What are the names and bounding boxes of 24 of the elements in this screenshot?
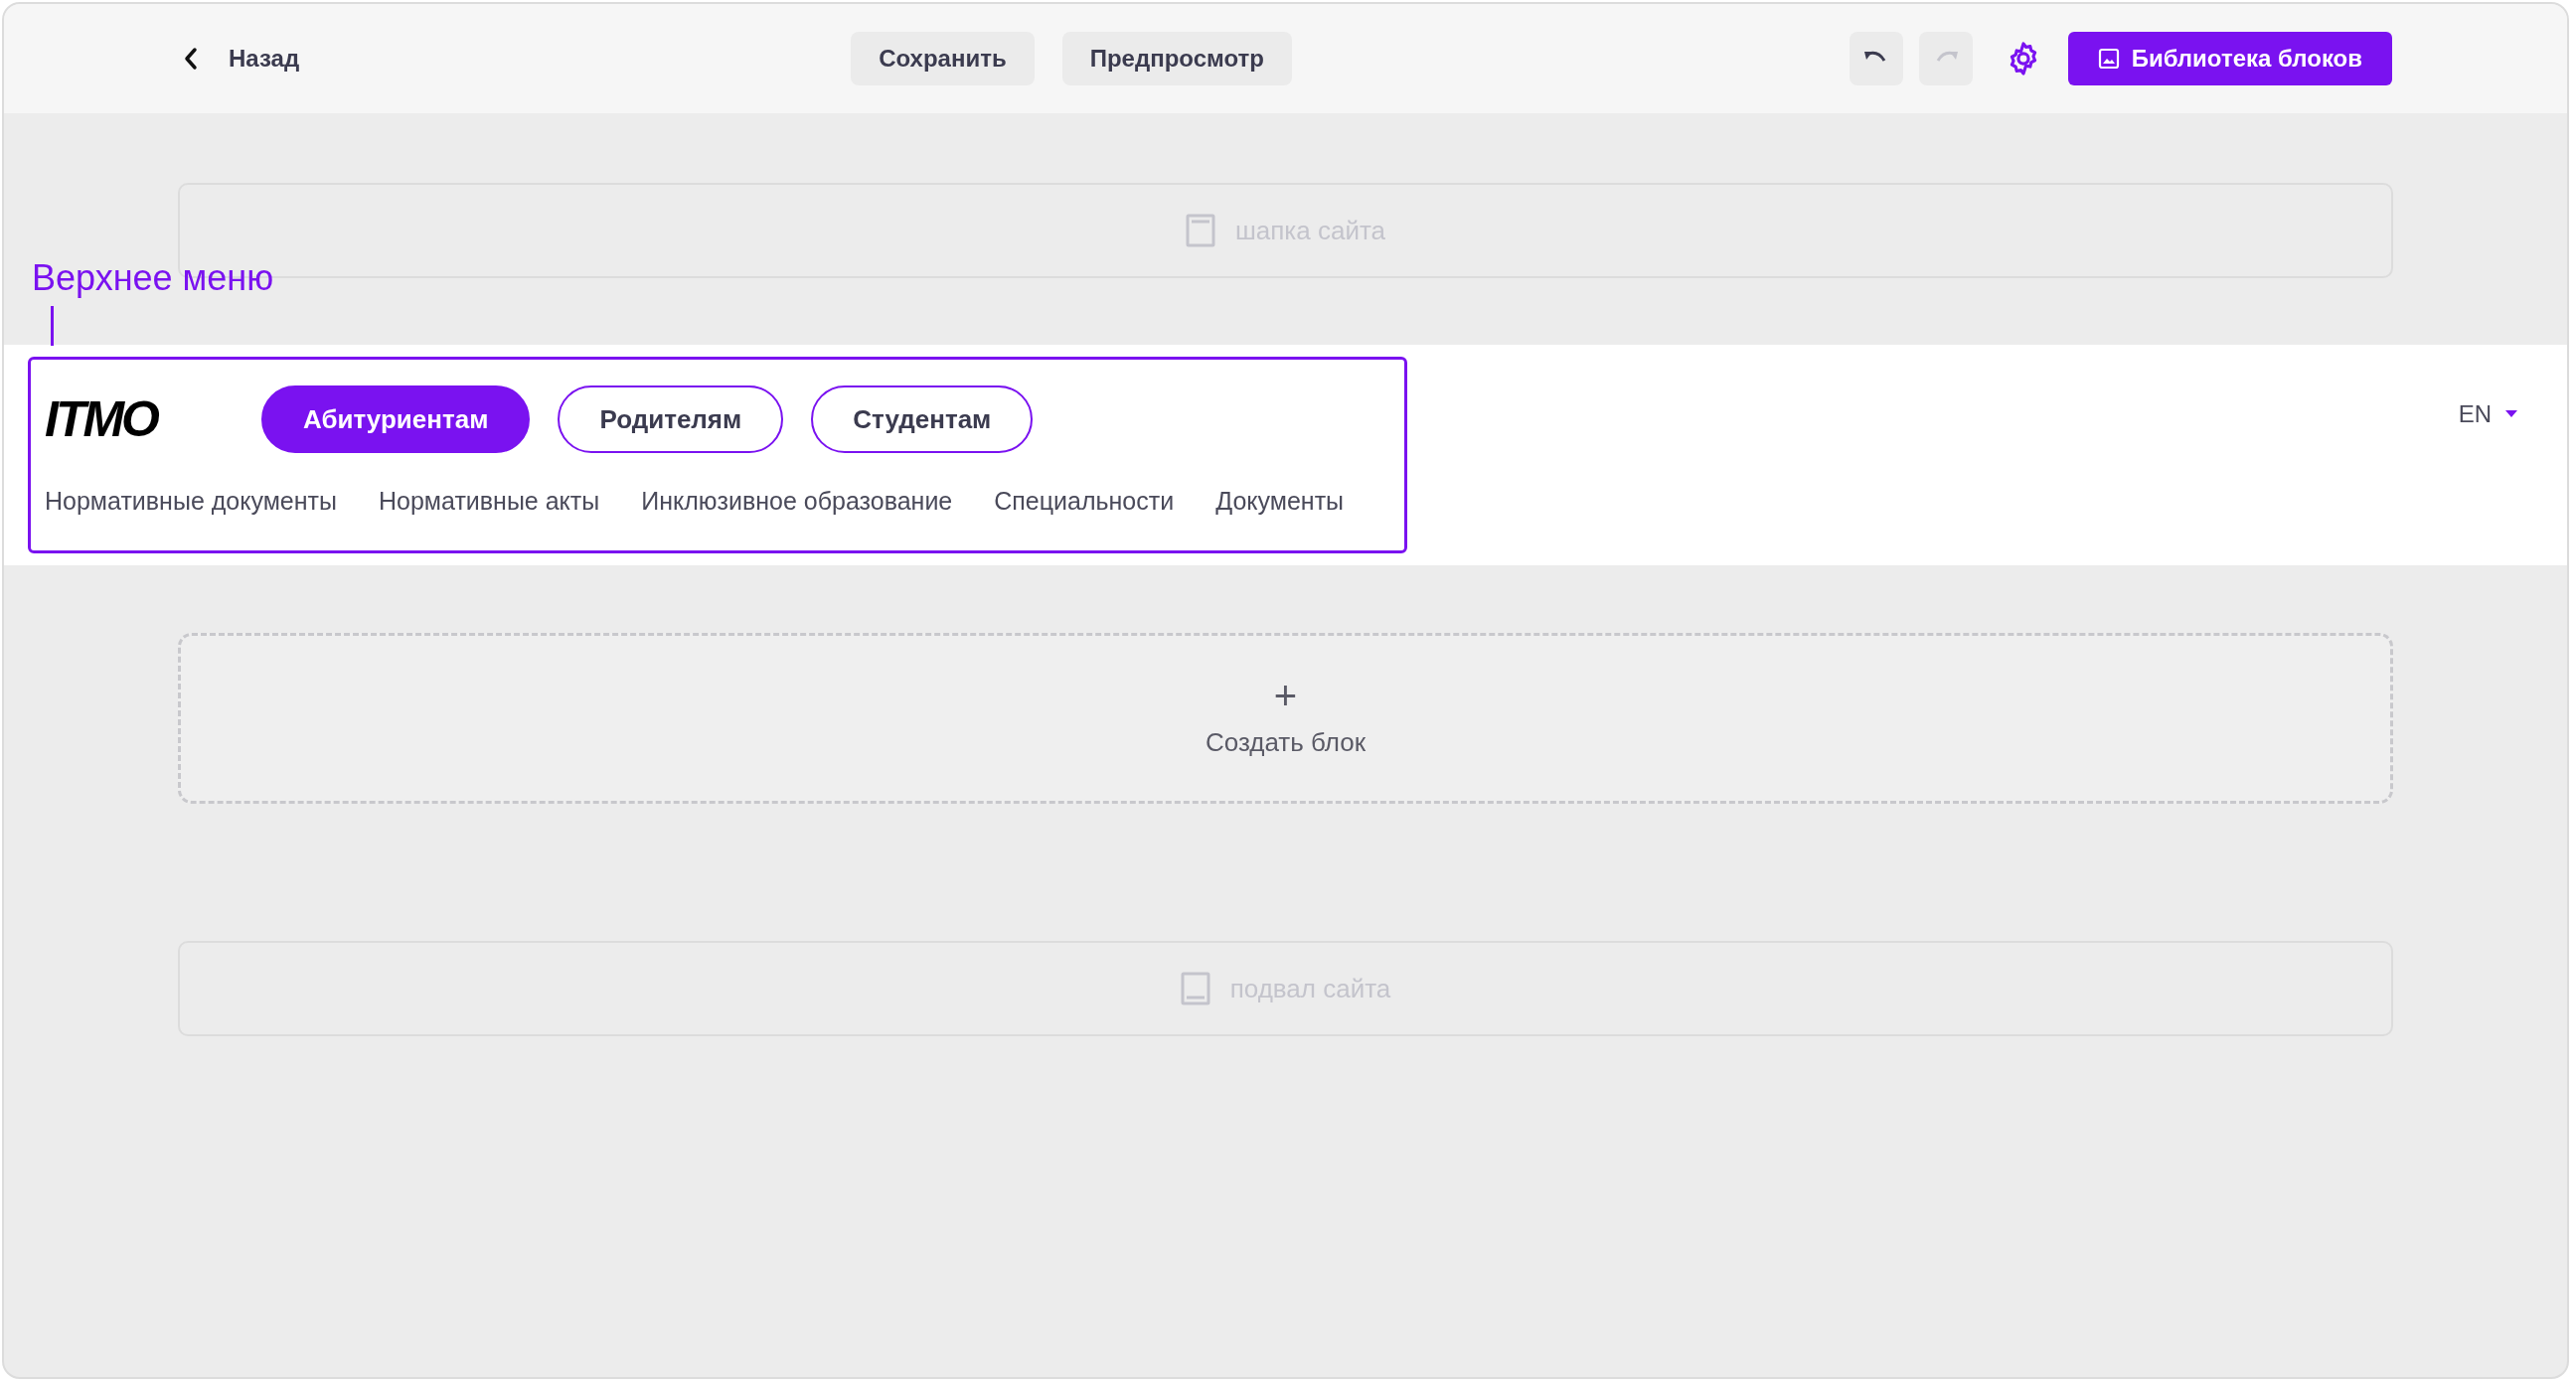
menu-link[interactable]: Нормативные акты: [379, 483, 600, 521]
create-block-button[interactable]: + Создать блок: [178, 633, 2393, 804]
menu-tab[interactable]: Абитуриентам: [261, 385, 531, 453]
page-footer-icon: [1180, 972, 1210, 1005]
undo-button[interactable]: [1849, 32, 1903, 85]
block-library-button[interactable]: Библиотека блоков: [2067, 32, 2392, 85]
menu-tab[interactable]: Родителям: [558, 385, 784, 453]
menu-link[interactable]: Нормативные документы: [45, 483, 337, 521]
menu-link[interactable]: Инклюзивное образование: [641, 483, 953, 521]
logo: ITMO: [45, 394, 159, 444]
create-block-label: Создать блок: [1205, 725, 1367, 759]
menu-link[interactable]: Специальности: [994, 483, 1175, 521]
plus-icon: +: [1273, 675, 1298, 715]
save-button[interactable]: Сохранить: [851, 32, 1035, 85]
back-button[interactable]: Назад: [183, 41, 300, 77]
language-selector[interactable]: EN: [2458, 396, 2517, 432]
menu-link[interactable]: Документы: [1215, 483, 1345, 521]
page-header-icon: [1185, 214, 1215, 247]
leader-line: [51, 306, 54, 346]
menu-tab[interactable]: Студентам: [811, 385, 1034, 453]
image-icon: [2097, 48, 2120, 70]
preview-button[interactable]: Предпросмотр: [1061, 32, 1292, 85]
dropdown-caret-icon: [2505, 410, 2517, 418]
top-menu-block[interactable]: ITMO Абитуриентам Родителям Студентам Нормативные документы Нормативные акты Инклюзивное образование Специальности Документы: [28, 357, 1407, 553]
